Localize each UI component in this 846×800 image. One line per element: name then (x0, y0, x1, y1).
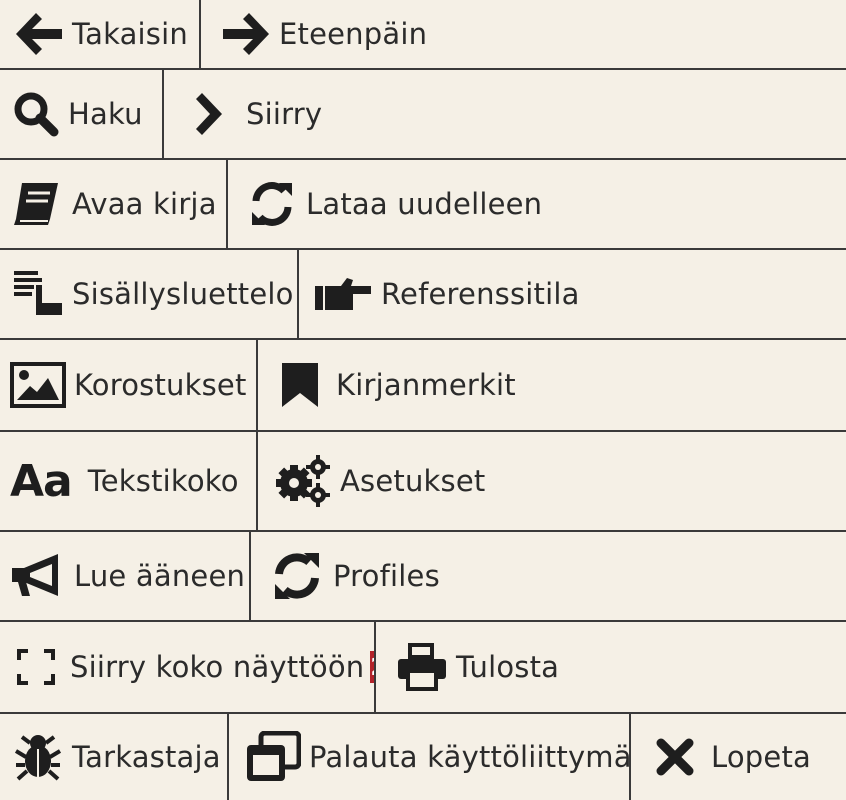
reference-button[interactable]: Referenssitila (299, 250, 846, 338)
settings-label: Asetukset (340, 464, 486, 498)
restore-ui-button[interactable]: Palauta käyttöliittymä (229, 714, 631, 800)
refresh-icon (246, 179, 298, 229)
menu-row: Takaisin Eteenpäin (0, 0, 846, 70)
quit-label: Lopeta (711, 740, 811, 774)
menu-row: Haku Siirry (0, 70, 846, 160)
restore-window-icon (245, 731, 301, 783)
profiles-label: Profiles (333, 559, 440, 593)
menu-row: Aa Tekstikoko Asetukset (0, 432, 846, 532)
print-button[interactable]: Tulosta (376, 622, 846, 712)
font-size-label: Tekstikoko (87, 464, 239, 498)
bug-icon (12, 733, 64, 781)
printer-icon (396, 643, 448, 691)
arrow-left-icon (14, 11, 64, 57)
highlights-button[interactable]: Korostukset (0, 340, 258, 430)
image-icon (10, 362, 66, 408)
restore-ui-label: Palauta käyttöliittymä (309, 740, 631, 774)
megaphone-icon (10, 552, 66, 600)
menu-row: Lue ääneen Profiles (0, 532, 846, 622)
pointing-hand-icon (313, 274, 373, 314)
open-book-label: Avaa kirja (72, 187, 217, 221)
menu-row: Siirry koko näyttöön 2 Tulosta (0, 622, 846, 714)
bookmarks-label: Kirjanmerkit (336, 368, 516, 402)
inspector-label: Tarkastaja (72, 740, 221, 774)
read-aloud-button[interactable]: Lue ääneen (0, 532, 251, 620)
book-icon (12, 179, 64, 229)
bookmarks-button[interactable]: Kirjanmerkit (258, 340, 846, 430)
menu-row: Tarkastaja Palauta käyttöliittymä Lopeta (0, 714, 846, 800)
chevron-right-icon (190, 91, 224, 137)
highlights-label: Korostukset (74, 368, 247, 402)
search-icon (12, 90, 60, 138)
goto-label: Siirry (246, 97, 323, 131)
font-size-button[interactable]: Aa Tekstikoko (0, 432, 258, 530)
bookmark-icon (280, 361, 320, 409)
menu-row: Sisällysluettelo Referenssitila (0, 250, 846, 340)
menu-row: Korostukset Kirjanmerkit (0, 340, 846, 432)
reference-label: Referenssitila (381, 277, 580, 311)
settings-button[interactable]: Asetukset (258, 432, 846, 530)
back-label: Takaisin (72, 17, 188, 51)
table-of-contents-icon (12, 269, 64, 319)
reload-button[interactable]: Lataa uudelleen (228, 160, 846, 248)
fullscreen-icon (16, 648, 56, 686)
toc-button[interactable]: Sisällysluettelo (0, 250, 299, 338)
fullscreen-label: Siirry koko näyttöön (70, 650, 365, 684)
reload-label: Lataa uudelleen (306, 187, 543, 221)
arrow-right-icon (221, 11, 271, 57)
toolbar-menu: Takaisin Eteenpäin Haku Siirry Avaa kirj… (0, 0, 846, 800)
close-icon (655, 737, 695, 777)
forward-button[interactable]: Eteenpäin (201, 0, 846, 68)
read-aloud-label: Lue ääneen (74, 559, 246, 593)
inspector-button[interactable]: Tarkastaja (0, 714, 229, 800)
quit-button[interactable]: Lopeta (631, 714, 846, 800)
search-button[interactable]: Haku (0, 70, 164, 158)
fullscreen-button[interactable]: Siirry koko näyttöön 2 (0, 622, 376, 712)
toc-label: Sisällysluettelo (72, 277, 294, 311)
menu-row: Avaa kirja Lataa uudelleen (0, 160, 846, 250)
refresh-icon (269, 550, 325, 602)
forward-label: Eteenpäin (279, 17, 428, 51)
back-button[interactable]: Takaisin (0, 0, 201, 68)
print-label: Tulosta (456, 650, 560, 684)
goto-button[interactable]: Siirry (164, 70, 846, 158)
search-label: Haku (68, 97, 143, 131)
profiles-button[interactable]: Profiles (251, 532, 846, 620)
font-size-icon: Aa (10, 455, 73, 507)
open-book-button[interactable]: Avaa kirja (0, 160, 228, 248)
gears-icon (274, 453, 332, 509)
